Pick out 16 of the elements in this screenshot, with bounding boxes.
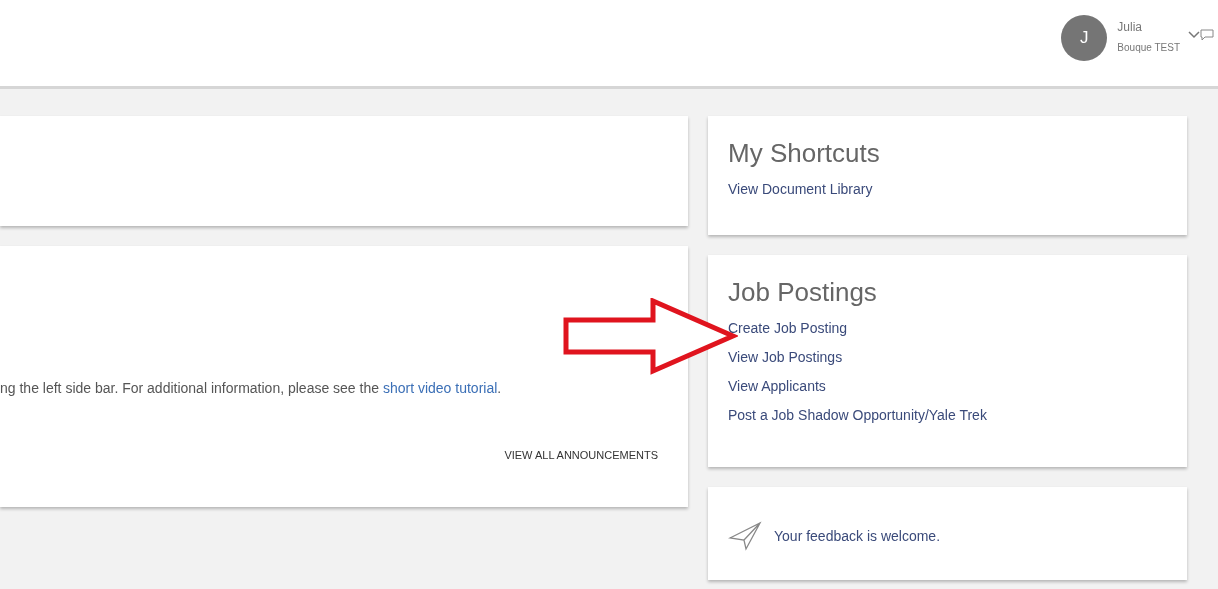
card-title: Job Postings [728,277,878,308]
job-posting-link[interactable]: View Job Postings [728,349,843,365]
caret-icon[interactable] [1188,31,1200,39]
view-all-announcements-button[interactable]: VIEW ALL ANNOUNCEMENTS [504,449,658,461]
user-avatar[interactable]: J [1061,15,1108,61]
user-organization: Bouque TEST [1117,41,1180,53]
paper-plane-icon [728,520,762,551]
user-name: Julia [1117,19,1144,34]
chat-icon[interactable] [1200,29,1214,41]
announcement-text: ng the left side bar. For additional information, please see the short video tutorial. [0,380,502,396]
job-posting-link[interactable]: Create Job Posting [728,320,848,336]
job-posting-link[interactable]: Post a Job Shadow Opportunity/Yale Trek [728,407,987,423]
job-posting-link[interactable]: View Applicants [728,378,826,394]
shortcut-link[interactable]: View Document Library [728,181,873,197]
card-title: My Shortcuts [728,138,881,169]
feedback-link[interactable]: Your feedback is welcome. [774,527,941,544]
